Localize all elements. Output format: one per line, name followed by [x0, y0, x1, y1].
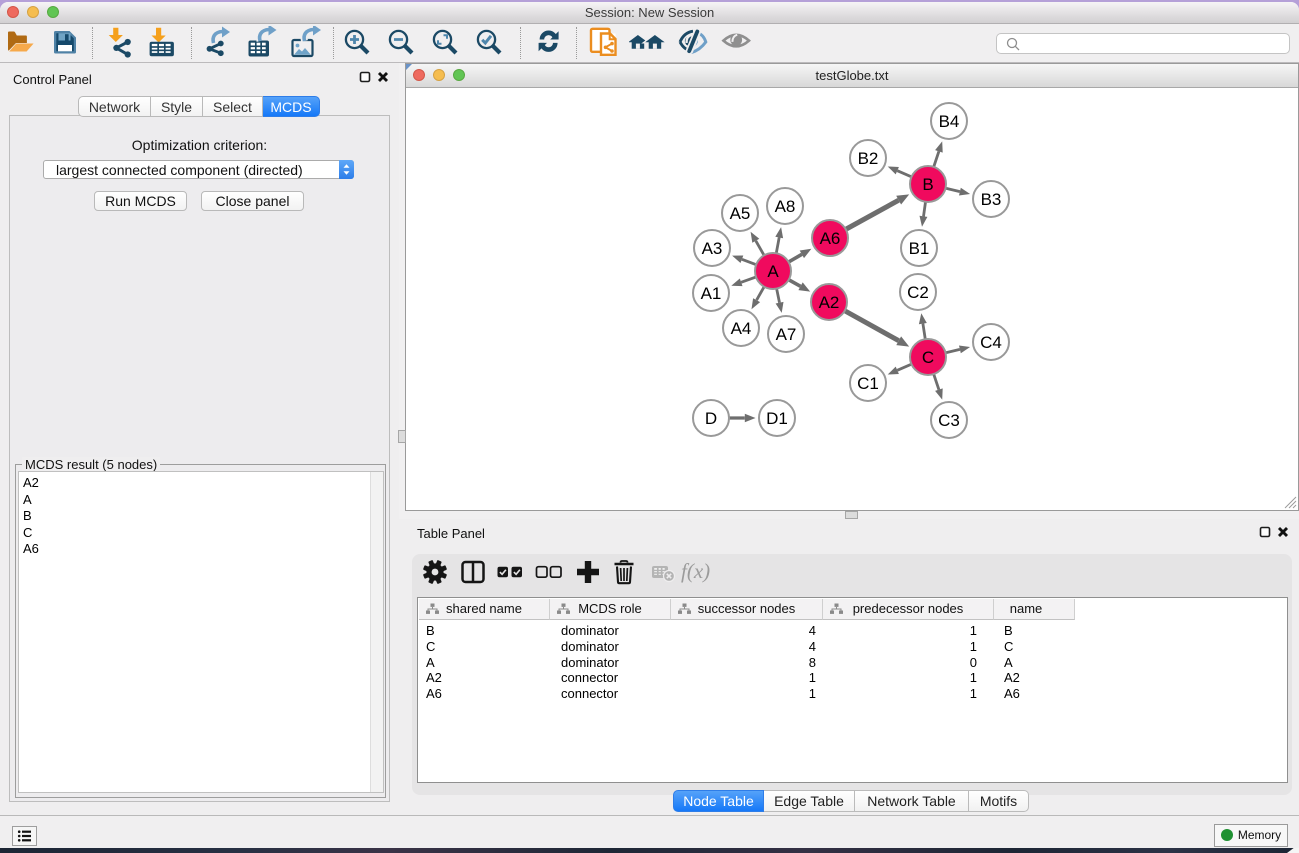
svg-text:A7: A7: [776, 325, 797, 344]
svg-text:A1: A1: [701, 284, 722, 303]
svg-text:C3: C3: [938, 411, 960, 430]
svg-text:A: A: [767, 262, 779, 281]
svg-text:B4: B4: [939, 112, 960, 131]
svg-text:C1: C1: [857, 374, 879, 393]
svg-text:D1: D1: [766, 409, 788, 428]
svg-text:B: B: [922, 175, 933, 194]
svg-text:D: D: [705, 409, 717, 428]
svg-text:B2: B2: [858, 149, 879, 168]
svg-text:A2: A2: [819, 293, 840, 312]
svg-text:A4: A4: [731, 319, 752, 338]
svg-text:A3: A3: [702, 239, 723, 258]
svg-text:A8: A8: [775, 197, 796, 216]
svg-text:A6: A6: [820, 229, 841, 248]
svg-text:B3: B3: [981, 190, 1002, 209]
svg-text:C: C: [922, 348, 934, 367]
svg-text:C4: C4: [980, 333, 1002, 352]
svg-text:B1: B1: [909, 239, 930, 258]
svg-text:C2: C2: [907, 283, 929, 302]
svg-text:A5: A5: [730, 204, 751, 223]
